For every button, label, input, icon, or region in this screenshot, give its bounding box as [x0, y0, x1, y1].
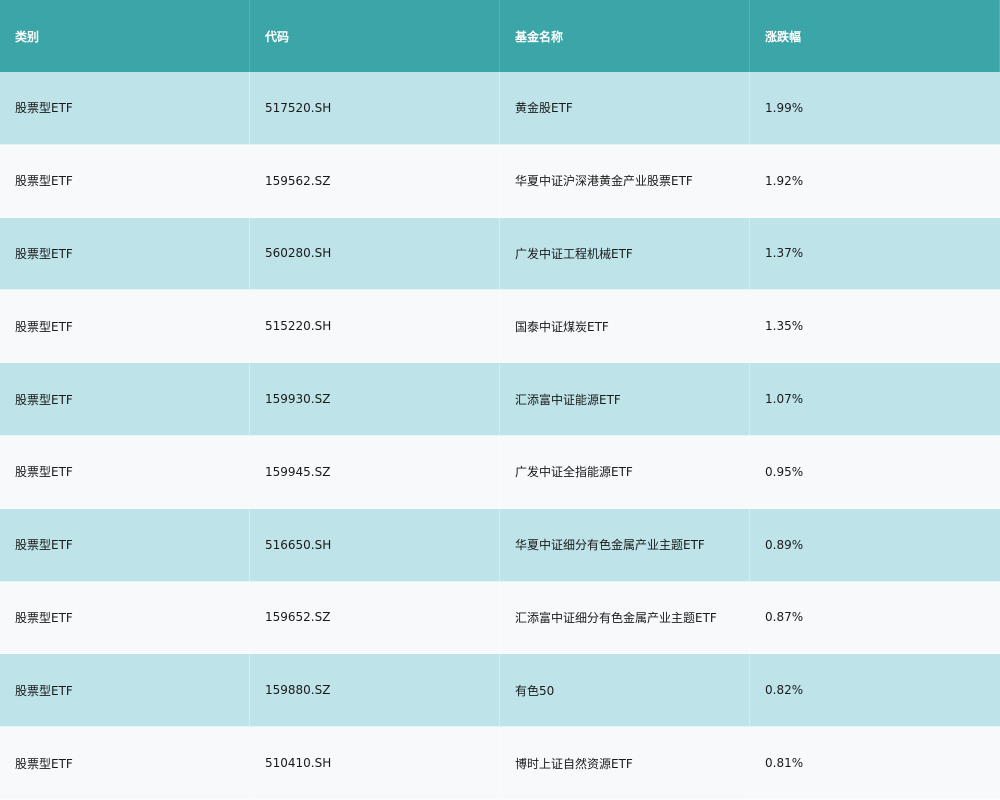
- cell-category: 股票型ETF: [0, 72, 250, 145]
- table-row[interactable]: 股票型ETF 159652.SZ 汇添富中证细分有色金属产业主题ETF 0.87…: [0, 581, 1000, 655]
- cell-change: 0.87%: [750, 582, 1000, 655]
- column-header-category[interactable]: 类别: [0, 0, 250, 72]
- cell-code: 159945.SZ: [250, 435, 500, 509]
- cell-change: 1.37%: [750, 218, 1000, 291]
- table-row[interactable]: 股票型ETF 159930.SZ 汇添富中证能源ETF 1.07%: [0, 363, 1000, 436]
- cell-fund-name: 汇添富中证细分有色金属产业主题ETF: [500, 581, 750, 655]
- cell-fund-name: 国泰中证煤炭ETF: [500, 290, 750, 364]
- cell-fund-name: 黄金股ETF: [500, 72, 750, 145]
- cell-code: 517520.SH: [250, 72, 500, 145]
- etf-table: 类别 代码 基金名称 涨跌幅 股票型ETF 517520.SH 黄金股ETF 1…: [0, 0, 1000, 800]
- cell-category: 股票型ETF: [0, 581, 250, 655]
- cell-fund-name: 汇添富中证能源ETF: [500, 363, 750, 436]
- table-row[interactable]: 股票型ETF 516650.SH 华夏中证细分有色金属产业主题ETF 0.89%: [0, 508, 1000, 582]
- column-header-fund-name[interactable]: 基金名称: [500, 0, 750, 72]
- column-header-change[interactable]: 涨跌幅: [750, 0, 1000, 72]
- cell-fund-name: 华夏中证沪深港黄金产业股票ETF: [500, 144, 750, 218]
- cell-fund-name: 博时上证自然资源ETF: [500, 727, 750, 800]
- column-header-code[interactable]: 代码: [250, 0, 500, 72]
- cell-fund-name: 广发中证全指能源ETF: [500, 435, 750, 509]
- cell-code: 560280.SH: [250, 217, 500, 291]
- cell-change: 1.99%: [750, 72, 1000, 145]
- cell-category: 股票型ETF: [0, 363, 250, 436]
- cell-code: 159652.SZ: [250, 581, 500, 655]
- cell-code: 515220.SH: [250, 290, 500, 364]
- cell-change: 0.89%: [750, 509, 1000, 582]
- cell-category: 股票型ETF: [0, 727, 250, 800]
- cell-code: 159562.SZ: [250, 144, 500, 218]
- cell-fund-name: 广发中证工程机械ETF: [500, 217, 750, 291]
- cell-category: 股票型ETF: [0, 508, 250, 582]
- cell-change: 1.92%: [750, 145, 1000, 218]
- table-row[interactable]: 股票型ETF 159945.SZ 广发中证全指能源ETF 0.95%: [0, 435, 1000, 509]
- cell-change: 1.35%: [750, 290, 1000, 364]
- table-row[interactable]: 股票型ETF 159880.SZ 有色50 0.82%: [0, 654, 1000, 728]
- cell-change: 0.81%: [750, 727, 1000, 800]
- table-row[interactable]: 股票型ETF 515220.SH 国泰中证煤炭ETF 1.35%: [0, 290, 1000, 364]
- cell-category: 股票型ETF: [0, 217, 250, 291]
- cell-category: 股票型ETF: [0, 144, 250, 218]
- table-header-row: 类别 代码 基金名称 涨跌幅: [0, 0, 1000, 72]
- table-row[interactable]: 股票型ETF 510410.SH 博时上证自然资源ETF 0.81%: [0, 727, 1000, 800]
- cell-code: 510410.SH: [250, 727, 500, 800]
- table-row[interactable]: 股票型ETF 560280.SH 广发中证工程机械ETF 1.37%: [0, 217, 1000, 291]
- cell-fund-name: 有色50: [500, 654, 750, 728]
- cell-code: 159880.SZ: [250, 654, 500, 728]
- cell-category: 股票型ETF: [0, 290, 250, 364]
- table-row[interactable]: 股票型ETF 517520.SH 黄金股ETF 1.99%: [0, 72, 1000, 145]
- cell-code: 159930.SZ: [250, 363, 500, 436]
- cell-fund-name: 华夏中证细分有色金属产业主题ETF: [500, 508, 750, 582]
- cell-change: 0.82%: [750, 654, 1000, 728]
- table-row[interactable]: 股票型ETF 159562.SZ 华夏中证沪深港黄金产业股票ETF 1.92%: [0, 144, 1000, 218]
- cell-change: 0.95%: [750, 436, 1000, 509]
- cell-category: 股票型ETF: [0, 435, 250, 509]
- cell-code: 516650.SH: [250, 508, 500, 582]
- cell-change: 1.07%: [750, 363, 1000, 436]
- cell-category: 股票型ETF: [0, 654, 250, 728]
